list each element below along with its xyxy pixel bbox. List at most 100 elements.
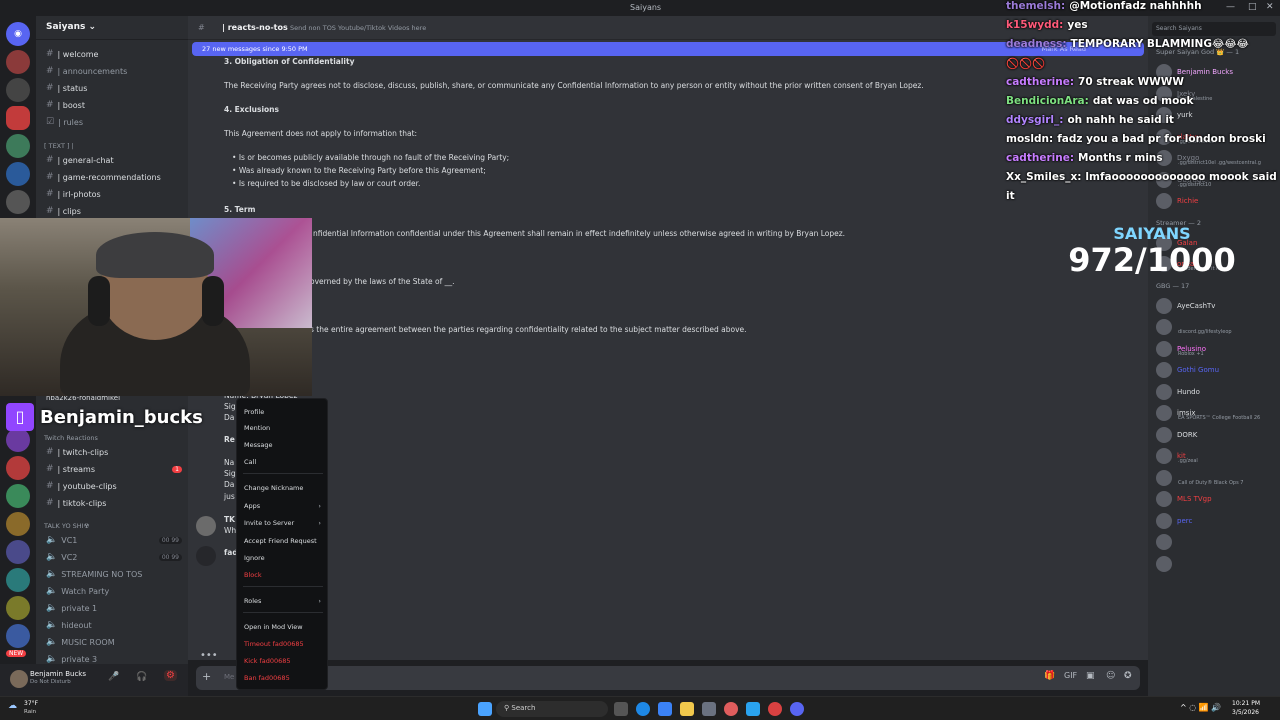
channel-irl-photos[interactable]: # | irl-photos [42, 186, 182, 202]
server-name-header[interactable]: Saiyans ⌄ [36, 16, 188, 40]
menu-item-invite[interactable]: Invite to Server › [243, 516, 323, 530]
start-icon[interactable] [478, 702, 492, 716]
channel-announcements[interactable]: # | announcements [42, 63, 182, 79]
server-icon[interactable] [6, 134, 30, 158]
menu-item-message[interactable]: Message [243, 438, 323, 452]
gif-icon[interactable]: GIF [1064, 671, 1077, 680]
server-icon[interactable] [6, 484, 30, 508]
channel-rules[interactable]: ☑ | rules [42, 114, 182, 130]
server-icon[interactable] [6, 540, 30, 564]
chat-line: Xx_Smiles_x: lmfaooooooooooooo moook said [1006, 171, 1277, 183]
server-icon[interactable] [6, 624, 30, 648]
apps-icon[interactable]: ✪ [1124, 671, 1132, 681]
menu-item-mod-view[interactable]: Open in Mod View [243, 620, 323, 634]
voice-channel-vc1[interactable]: 🔈 VC1 00 99 [42, 532, 182, 548]
weather-icon[interactable]: ☁ [8, 701, 17, 711]
channel-welcome[interactable]: # | welcome [42, 46, 182, 62]
app-icon[interactable] [724, 702, 738, 716]
member-row[interactable]: discord.gg/lifestyleop [1156, 317, 1280, 337]
channel-game-recommendations[interactable]: # | game-recommendations [42, 169, 182, 185]
avatar[interactable] [196, 516, 216, 536]
menu-item-profile[interactable]: Profile [243, 405, 323, 419]
app-icon[interactable] [768, 702, 782, 716]
menu-item-apps[interactable]: Apps › [243, 499, 323, 513]
settings-icon[interactable] [702, 702, 716, 716]
server-icon[interactable] [6, 190, 30, 214]
member-row[interactable]: imsix EA SPORTS™ College Football 26 [1156, 403, 1280, 423]
system-tray-icons[interactable]: ^ ◌ 📶 🔊 [1180, 703, 1221, 712]
voice-channel-music-room[interactable]: 🔈 MUSIC ROOM [42, 634, 182, 650]
edge-icon[interactable] [636, 702, 650, 716]
message-composer[interactable]: + Me 🎁 GIF ▣ ☺ ✪ [196, 666, 1140, 690]
channel-tiktok-clips[interactable]: # | tiktok-clips [42, 495, 182, 511]
menu-item-ban[interactable]: Ban fad00685 [243, 671, 323, 685]
chat-username: mosldn: [1006, 133, 1054, 145]
plus-icon[interactable]: + [202, 670, 211, 683]
channel-topic[interactable]: Send non TOS Youtube/Tiktok Videos here [290, 24, 426, 32]
member-row[interactable]: Pelusino Roblox +1 [1156, 339, 1280, 359]
member-row[interactable]: MLS TVgp [1156, 489, 1280, 509]
taskbar-search[interactable]: ⚲ Search [496, 701, 608, 717]
menu-item-kick[interactable]: Kick fad00685 [243, 654, 323, 668]
server-icon[interactable] [6, 78, 30, 102]
member-row[interactable]: perc [1156, 511, 1280, 531]
sticker-icon[interactable]: ▣ [1086, 671, 1095, 681]
menu-item-block[interactable]: Block [243, 568, 323, 582]
app-icon[interactable] [746, 702, 760, 716]
emoji-icon[interactable]: ☺ [1106, 671, 1115, 681]
member-row[interactable]: AyeCashTv [1156, 296, 1280, 316]
voice-channel-vc2[interactable]: 🔈 VC2 00 99 [42, 549, 182, 565]
channel-title: | reacts-no-tos [222, 23, 288, 32]
channel-streams[interactable]: # | streams 1 [42, 461, 182, 477]
menu-item-mention[interactable]: Mention [243, 421, 323, 435]
server-icon[interactable] [6, 596, 30, 620]
category-twitch[interactable]: Twitch Reactions [44, 434, 98, 442]
user-context-menu: Profile Mention Message Call Change Nick… [236, 398, 328, 690]
discord-icon[interactable] [790, 702, 804, 716]
server-icon[interactable] [6, 512, 30, 536]
channel-general-chat[interactable]: # | general-chat [42, 152, 182, 168]
message-author[interactable]: TK [224, 515, 235, 524]
microphone-icon[interactable]: 🎤 [108, 672, 119, 682]
gift-icon[interactable]: 🎁 [1044, 671, 1055, 681]
headphones-icon[interactable]: 🎧 [136, 672, 147, 682]
category-voice[interactable]: TALK YO SHI☢ [44, 522, 89, 530]
folder-icon[interactable] [680, 702, 694, 716]
browser-icon[interactable] [658, 702, 672, 716]
member-row[interactable]: DORK [1156, 425, 1280, 445]
menu-item-ignore[interactable]: Ignore [243, 551, 323, 565]
member-row[interactable]: Call of Duty® Black Ops 7 [1156, 468, 1280, 488]
member-row[interactable] [1156, 532, 1280, 552]
category-text[interactable]: [ Text ] | [44, 142, 74, 150]
menu-item-call[interactable]: Call [243, 455, 323, 469]
menu-item-timeout[interactable]: Timeout fad00685 [243, 637, 323, 651]
voice-channel-watch-party[interactable]: 🔈 Watch Party [42, 583, 182, 599]
channel-boost[interactable]: # | boost [42, 97, 182, 113]
menu-item-change-nickname[interactable]: Change Nickname [243, 481, 323, 495]
server-icon[interactable] [6, 568, 30, 592]
server-icon[interactable] [6, 456, 30, 480]
avatar[interactable] [10, 670, 28, 688]
server-icon[interactable] [6, 162, 30, 186]
channel-youtube-clips[interactable]: # | youtube-clips [42, 478, 182, 494]
avatar[interactable] [196, 546, 216, 566]
task-view-icon[interactable] [614, 702, 628, 716]
server-icon[interactable] [6, 50, 30, 74]
more-icon[interactable]: ••• [200, 650, 218, 660]
voice-channel-hideout[interactable]: 🔈 hideout [42, 617, 182, 633]
member-row[interactable]: kit .gg/zeal [1156, 446, 1280, 466]
channel-clips[interactable]: # | clips [42, 203, 182, 219]
voice-channel-streaming[interactable]: 🔈 STREAMING NO TOS [42, 566, 182, 582]
member-row[interactable]: Hundo [1156, 382, 1280, 402]
server-icon[interactable] [6, 106, 30, 130]
voice-channel-private-1[interactable]: 🔈 private 1 [42, 600, 182, 616]
new-messages-bar[interactable]: 27 new messages since 9:50 PM Mark As Re… [192, 42, 1144, 56]
menu-item-accept-friend[interactable]: Accept Friend Request [243, 534, 323, 548]
channel-twitch-clips[interactable]: # | twitch-clips [42, 444, 182, 460]
menu-item-roles[interactable]: Roles › [243, 594, 323, 608]
member-row[interactable]: Gothi Gomu [1156, 360, 1280, 380]
member-row[interactable] [1156, 554, 1280, 574]
server-icon[interactable]: ◉ [6, 22, 30, 46]
channel-status[interactable]: # | status [42, 80, 182, 96]
gear-icon[interactable]: ⚙ [164, 670, 177, 681]
